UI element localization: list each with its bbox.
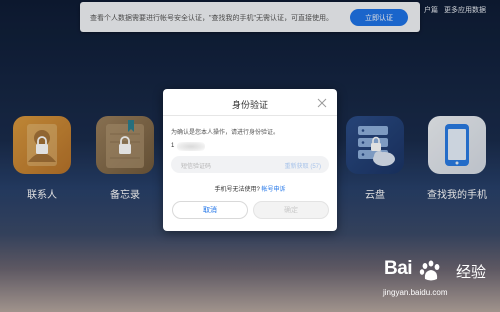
dialog-description: 为确认是您本人操作，请进行身份验证。 <box>171 130 280 136</box>
phone-unavailable-text: 手机号无法使用? <box>214 187 260 193</box>
close-icon[interactable] <box>316 97 328 109</box>
phone-unavailable-help: 手机号无法使用? 帐号申诉 <box>163 184 337 193</box>
baidu-paw-icon <box>419 260 440 281</box>
phone-number-redaction <box>177 142 205 151</box>
cancel-button[interactable]: 取消 <box>172 201 248 219</box>
watermark-url: jingyan.baidu.com <box>383 288 448 297</box>
resend-code-link[interactable]: 重新获取 (57) <box>285 161 321 170</box>
baidu-jingyan-watermark: Bai 经验 jingyan.baidu.com <box>382 258 494 308</box>
confirm-button[interactable]: 确定 <box>253 201 329 219</box>
watermark-jingyan: 经验 <box>456 264 487 281</box>
sms-code-placeholder: 短信验证码 <box>181 164 212 170</box>
sms-code-input[interactable]: 短信验证码 重新获取 (57) <box>171 156 329 173</box>
watermark-brand: Bai <box>384 258 413 279</box>
masked-phone-number: 1 <box>171 143 175 149</box>
account-appeal-link[interactable]: 帐号申诉 <box>262 187 286 193</box>
identity-verification-dialog: 身份验证 为确认是您本人操作，请进行身份验证。 1 短信验证码 重新获取 (57… <box>163 89 337 231</box>
dialog-title: 身份验证 <box>231 100 268 110</box>
dialog-divider <box>163 115 337 116</box>
